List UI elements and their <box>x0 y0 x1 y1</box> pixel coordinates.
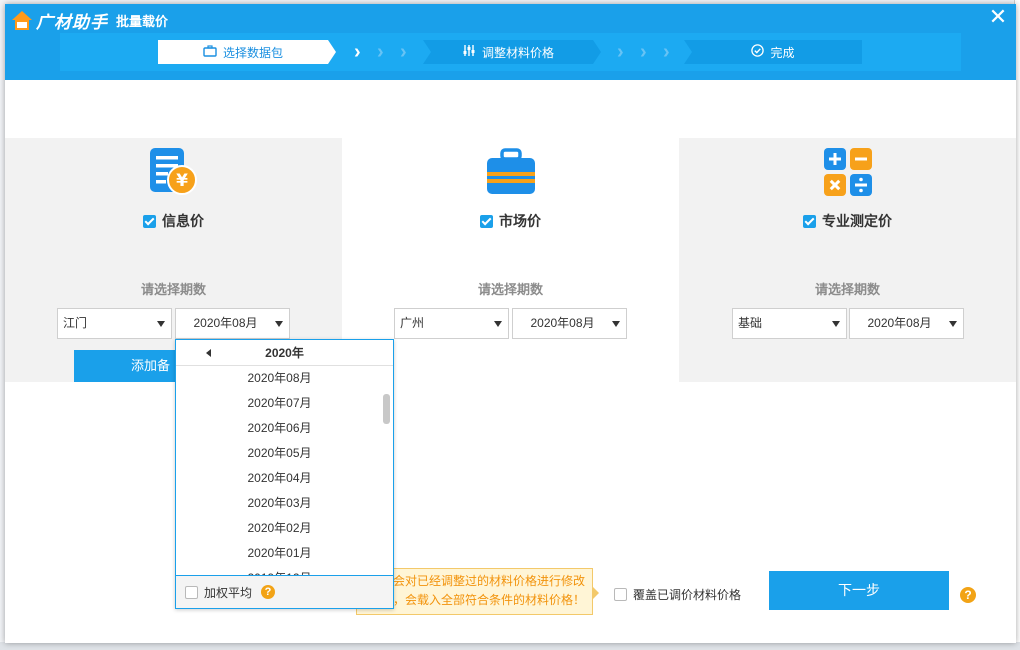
chevron-right-icon: › <box>354 41 361 63</box>
step-label: 完成 <box>770 45 795 60</box>
calculator-icon <box>822 146 874 198</box>
region-select[interactable]: 广州 <box>394 308 509 339</box>
tooltip-line: ，会载入全部符合条件的材料价格！ <box>393 593 586 607</box>
logo-house-icon <box>11 9 33 31</box>
select-value: 2020年08月 <box>530 316 595 330</box>
info-price-checkbox[interactable]: 信息价 <box>5 211 342 231</box>
caret-down-icon <box>275 321 283 327</box>
dropdown-year: 2020年 <box>265 346 304 360</box>
chevron-right-icon: › <box>640 41 647 63</box>
period-option[interactable]: 2020年07月 <box>176 391 393 416</box>
caret-down-icon <box>612 321 620 327</box>
overwrite-checkbox[interactable]: 覆盖已调价材料价格 <box>614 586 741 603</box>
help-icon[interactable]: ? <box>261 585 276 599</box>
step-select-package: 选择数据包 <box>158 40 336 64</box>
dialog-titlebar: 广材助手 批量载价 ✕ 选择数据包 › › › 调整材料价格 › › › 完成 <box>5 4 1016 80</box>
dialog-title: 批量载价 <box>116 14 169 29</box>
period-option[interactable]: 2020年05月 <box>176 441 393 466</box>
caret-down-icon <box>494 321 502 327</box>
checkbox-unchecked-icon[interactable] <box>185 585 198 599</box>
period-option[interactable]: 2020年02月 <box>176 516 393 541</box>
caret-down-icon <box>832 321 840 327</box>
logo-text: 广材助手 <box>36 12 108 32</box>
checkbox-checked-icon <box>143 214 156 228</box>
add-button[interactable]: 添加备 <box>74 350 184 382</box>
period-select[interactable]: 2020年08月 <box>512 308 627 339</box>
period-hint: 请选择期数 <box>140 282 206 297</box>
panel-professional-price: 专业测定价 请选择期数 基础 2020年08月 <box>679 138 1016 382</box>
checkbox-unchecked-icon <box>614 588 627 601</box>
app-logo: 广材助手 <box>11 7 108 33</box>
next-step-button[interactable]: 下一步 <box>769 571 949 610</box>
background-table-header <box>0 642 1020 650</box>
sliders-icon <box>462 44 476 60</box>
select-value: 2020年08月 <box>867 316 932 330</box>
period-hint: 请选择期数 <box>814 282 880 297</box>
select-value: 2020年08月 <box>193 316 258 330</box>
caret-down-icon <box>157 321 165 327</box>
chevron-right-icon: › <box>663 41 670 63</box>
panel-label: 专业测定价 <box>822 213 892 229</box>
step-label: 调整材料价格 <box>481 45 554 60</box>
weighted-average-label: 加权平均 <box>204 585 253 600</box>
period-select[interactable]: 2020年08月 <box>175 308 290 339</box>
period-option[interactable]: 2020年08月 <box>176 366 393 391</box>
tooltip-arrow <box>593 587 599 599</box>
briefcase-icon <box>203 44 217 60</box>
step-adjust-prices: 调整材料价格 <box>423 40 601 64</box>
weighted-average-row: 加权平均 ? <box>176 575 393 608</box>
period-option[interactable]: 2020年06月 <box>176 416 393 441</box>
svg-text:¥: ¥ <box>176 171 188 191</box>
region-select[interactable]: 基础 <box>732 308 847 339</box>
tooltip-line: 会对已经调整过的材料价格进行修改 <box>393 574 586 588</box>
panel-label: 信息价 <box>162 213 204 229</box>
panel-label: 市场价 <box>499 213 541 229</box>
market-bag-icon <box>485 146 537 198</box>
step-finish: 完成 <box>684 40 862 64</box>
step-label: 选择数据包 <box>222 45 283 60</box>
batch-price-dialog: 广材助手 批量载价 ✕ 选择数据包 › › › 调整材料价格 › › › 完成 … <box>5 4 1016 643</box>
market-price-checkbox[interactable]: 市场价 <box>342 211 679 231</box>
select-value: 江门 <box>63 316 88 330</box>
chevron-right-icon: › <box>377 41 384 63</box>
previous-year-icon[interactable] <box>206 349 211 357</box>
caret-down-icon <box>949 321 957 327</box>
checkbox-checked-icon <box>480 214 493 228</box>
checkbox-checked-icon <box>803 214 816 228</box>
period-option[interactable]: 2020年04月 <box>176 466 393 491</box>
period-list[interactable]: 2020年08月 2020年07月 2020年06月 2020年05月 2020… <box>176 366 393 576</box>
period-dropdown: 2020年 2020年08月 2020年07月 2020年06月 2020年05… <box>175 339 394 609</box>
help-icon[interactable]: ? <box>960 587 976 603</box>
check-circle-icon <box>751 44 765 60</box>
professional-price-checkbox[interactable]: 专业测定价 <box>679 211 1016 231</box>
overwrite-label: 覆盖已调价材料价格 <box>633 588 742 602</box>
region-select[interactable]: 江门 <box>57 308 172 339</box>
select-value: 广州 <box>400 316 425 330</box>
period-hint: 请选择期数 <box>477 282 543 297</box>
chevron-right-icon: › <box>617 41 624 63</box>
close-button[interactable]: ✕ <box>986 6 1010 30</box>
period-option[interactable]: 2020年03月 <box>176 491 393 516</box>
wizard-steps: 选择数据包 › › › 调整材料价格 › › › 完成 <box>60 33 961 71</box>
period-select[interactable]: 2020年08月 <box>849 308 964 339</box>
chevron-right-icon: › <box>400 41 407 63</box>
dropdown-year-header: 2020年 <box>176 340 393 366</box>
dropdown-scrollbar[interactable] <box>383 394 390 424</box>
info-price-icon: ¥ <box>148 146 200 198</box>
period-option[interactable]: 2020年01月 <box>176 541 393 566</box>
select-value: 基础 <box>738 316 763 330</box>
